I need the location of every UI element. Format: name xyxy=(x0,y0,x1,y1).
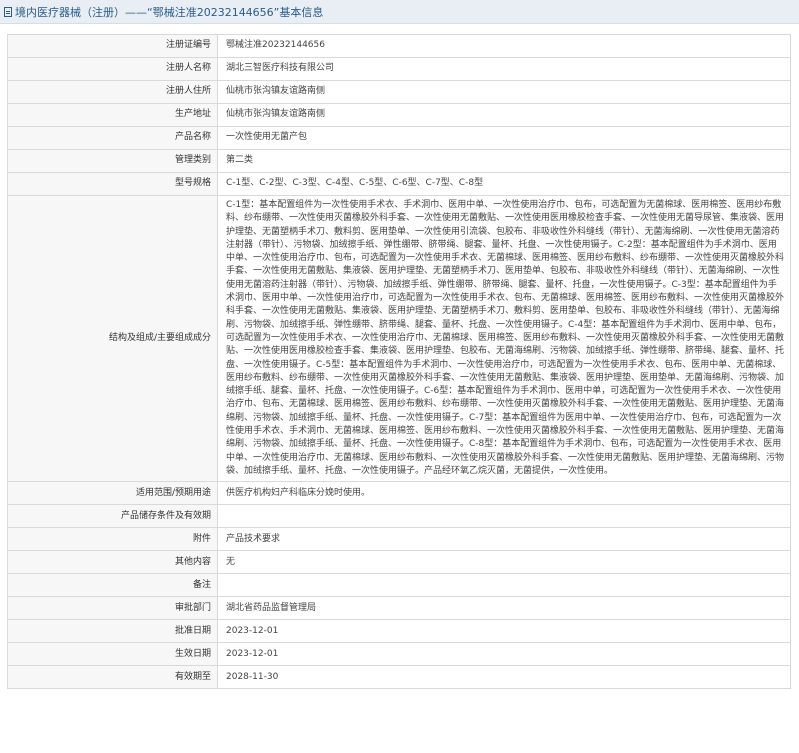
field-label: 批准日期 xyxy=(7,619,218,644)
field-label: 适用范围/预期用途 xyxy=(7,481,218,506)
table-row: 产品储存条件及有效期 xyxy=(7,504,791,529)
field-label: 生产地址 xyxy=(7,103,218,127)
table-row: 注册证编号 鄂械注准20232144656 xyxy=(7,34,791,58)
field-value xyxy=(217,573,791,598)
table-row: 其他内容 无 xyxy=(7,550,791,575)
table-row: 产品名称 一次性使用无菌产包 xyxy=(7,126,791,150)
field-label: 其他内容 xyxy=(7,550,218,575)
field-value: 供医疗机构妇产科临床分娩时使用。 xyxy=(217,481,791,506)
document-icon xyxy=(4,6,12,17)
field-label: 结构及组成/主要组成成分 xyxy=(7,194,218,483)
table-row: 备注 xyxy=(7,573,791,598)
field-value: 2023-12-01 xyxy=(217,619,791,644)
field-label: 产品名称 xyxy=(7,126,218,150)
field-value: 湖北省药品监督管理局 xyxy=(217,596,791,621)
field-value: 湖北三智医疗科技有限公司 xyxy=(217,57,791,81)
table-row: 附件 产品技术要求 xyxy=(7,527,791,552)
table-row: 生产地址 仙桃市张沟镇友谊路南侧 xyxy=(7,103,791,127)
page-title: 境内医疗器械（注册）——“鄂械注准20232144656”基本信息 xyxy=(15,5,324,19)
field-value: C-1型、C-2型、C-3型、C-4型、C-5型、C-6型、C-7型、C-8型 xyxy=(217,172,791,196)
table-row: 审批部门 湖北省药品监督管理局 xyxy=(7,596,791,621)
table-row: 注册人住所 仙桃市张沟镇友谊路南侧 xyxy=(7,80,791,104)
field-label: 产品储存条件及有效期 xyxy=(7,504,218,529)
registration-info-table: 注册证编号 鄂械注准20232144656 注册人名称 湖北三智医疗科技有限公司… xyxy=(7,34,791,690)
table-row: 批准日期 2023-12-01 xyxy=(7,619,791,644)
table-row: 有效期至 2028-11-30 xyxy=(7,665,791,690)
table-row: 结构及组成/主要组成成分 C-1型：基本配置组件为一次性使用手术衣、手术洞巾、医… xyxy=(7,194,791,483)
field-value: C-1型：基本配置组件为一次性使用手术衣、手术洞巾、医用中单、一次性使用治疗巾、… xyxy=(217,194,791,483)
field-label: 管理类别 xyxy=(7,149,218,173)
table-row: 适用范围/预期用途 供医疗机构妇产科临床分娩时使用。 xyxy=(7,481,791,506)
field-label: 附件 xyxy=(7,527,218,552)
field-label: 注册证编号 xyxy=(7,34,218,58)
field-value: 一次性使用无菌产包 xyxy=(217,126,791,150)
field-value: 2023-12-01 xyxy=(217,642,791,667)
field-value: 鄂械注准20232144656 xyxy=(217,34,791,58)
field-value: 无 xyxy=(217,550,791,575)
field-label: 有效期至 xyxy=(7,665,218,690)
field-label: 备注 xyxy=(7,573,218,598)
field-value xyxy=(217,504,791,529)
field-label: 注册人名称 xyxy=(7,57,218,81)
field-label: 审批部门 xyxy=(7,596,218,621)
page-header: 境内医疗器械（注册）——“鄂械注准20232144656”基本信息 xyxy=(0,0,799,24)
field-value: 第二类 xyxy=(217,149,791,173)
field-label: 生效日期 xyxy=(7,642,218,667)
field-value: 仙桃市张沟镇友谊路南侧 xyxy=(217,103,791,127)
table-row: 生效日期 2023-12-01 xyxy=(7,642,791,667)
field-value: 2028-11-30 xyxy=(217,665,791,690)
table-row: 注册人名称 湖北三智医疗科技有限公司 xyxy=(7,57,791,81)
table-row: 型号规格 C-1型、C-2型、C-3型、C-4型、C-5型、C-6型、C-7型、… xyxy=(7,172,791,196)
field-value: 仙桃市张沟镇友谊路南侧 xyxy=(217,80,791,104)
field-value: 产品技术要求 xyxy=(217,527,791,552)
table-row: 管理类别 第二类 xyxy=(7,149,791,173)
field-label: 注册人住所 xyxy=(7,80,218,104)
field-label: 型号规格 xyxy=(7,172,218,196)
